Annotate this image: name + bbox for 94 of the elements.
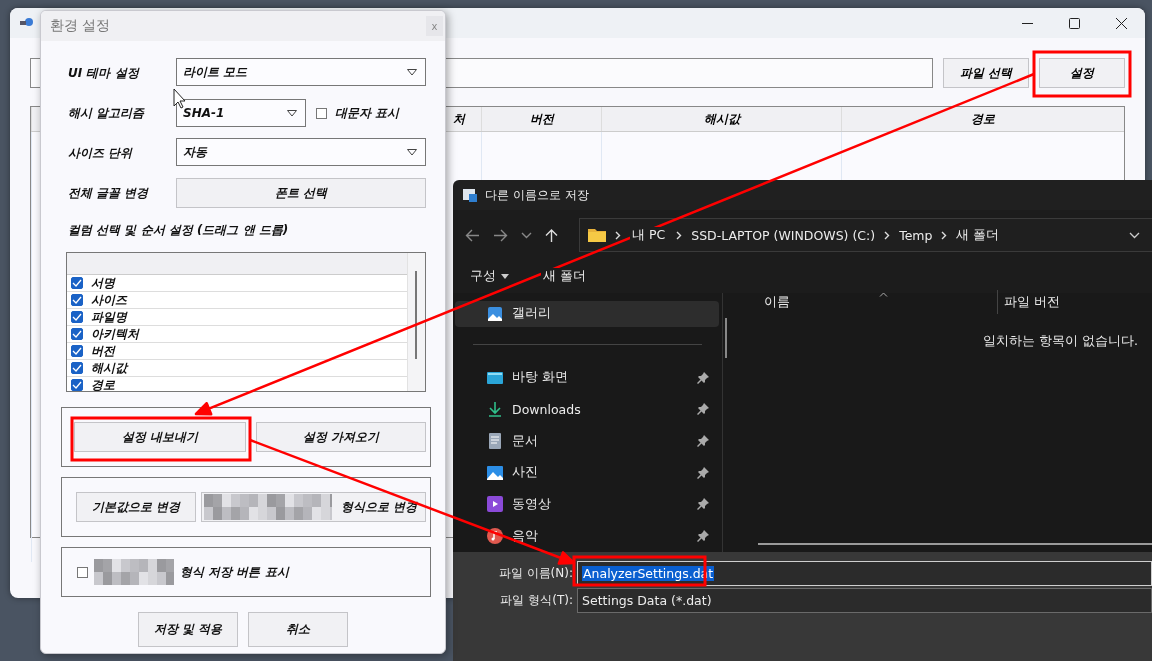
chevron-down-icon[interactable]	[1129, 231, 1140, 239]
dropdown[interactable]: 라이트 모드	[176, 58, 426, 86]
nav-item[interactable]: Downloads	[455, 396, 719, 423]
column-option[interactable]: 아키텍처	[91, 325, 139, 343]
field-label: 해시 알고리즘	[68, 104, 145, 122]
back-arrow-icon[interactable]	[465, 228, 480, 242]
folder-icon	[588, 228, 606, 242]
column-header[interactable]: 버전	[529, 110, 554, 128]
save-icon	[463, 188, 477, 202]
picture-icon	[487, 464, 503, 481]
file-type-dropdown[interactable]: Settings Data (*.dat)	[577, 588, 1152, 613]
mouse-cursor-icon	[173, 88, 186, 109]
nav-item[interactable]: 문서	[455, 428, 719, 454]
font-select-button[interactable]: 폰트 선택	[176, 178, 426, 208]
checkbox[interactable]	[71, 277, 83, 289]
column-option[interactable]: 해시값	[91, 359, 127, 377]
dropdown[interactable]: 자동	[176, 138, 426, 166]
address-bar[interactable]: 내 PC SSD-LAPTOP (WINDOWS) (C:) Temp 새 폴더	[579, 218, 1152, 252]
column-header[interactable]: 경로	[971, 110, 995, 128]
scrollbar[interactable]	[407, 253, 425, 391]
field-label: UI 테마 설정	[68, 64, 139, 82]
export-settings-button[interactable]: 설정 내보내기	[74, 422, 246, 452]
column-option[interactable]: 버전	[91, 342, 115, 360]
dropdown-arrow-icon	[407, 148, 417, 156]
cancel-button[interactable]: 취소	[248, 612, 348, 647]
checkbox[interactable]	[71, 379, 83, 391]
dialog-title: 환경 설정	[50, 17, 111, 35]
pin-icon[interactable]	[697, 435, 709, 447]
app-icon	[20, 17, 34, 29]
pin-icon[interactable]	[697, 371, 709, 384]
pin-icon[interactable]	[697, 498, 709, 511]
column-header[interactable]: 처	[453, 110, 465, 128]
dropdown-arrow-icon	[287, 109, 297, 117]
breadcrumb[interactable]: Temp	[899, 227, 933, 243]
field-label: 전체 글꼴 변경	[68, 184, 149, 202]
reset-defaults-button[interactable]: 기본값으로 변경	[76, 492, 196, 522]
up-arrow-icon[interactable]	[545, 227, 558, 243]
dropdown[interactable]: SHA-1	[176, 99, 306, 127]
field-label: 파일 형식(T):	[499, 592, 573, 609]
scrollbar[interactable]	[725, 318, 727, 358]
empty-message: 일치하는 항목이 없습니다.	[983, 333, 1138, 350]
nav-item[interactable]: 사진	[455, 459, 719, 486]
breadcrumb[interactable]: SSD-LAPTOP (WINDOWS) (C:)	[691, 227, 876, 243]
checkbox-label: 형식 저장 버튼 표시	[180, 563, 289, 581]
column-option[interactable]: 사이즈	[91, 291, 127, 309]
desktop-icon	[487, 369, 503, 386]
close-icon[interactable]	[1116, 17, 1127, 29]
import-settings-button[interactable]: 설정 가져오기	[256, 422, 426, 452]
download-icon	[487, 401, 503, 418]
checkbox[interactable]	[71, 362, 83, 374]
dropdown-arrow-icon	[501, 274, 509, 279]
select-file-button[interactable]: 파일 선택	[943, 58, 1029, 88]
video-icon	[487, 496, 503, 513]
checkbox[interactable]	[71, 294, 83, 306]
dropdown-arrow-icon	[407, 68, 417, 76]
settings-button[interactable]: 설정	[1039, 58, 1125, 88]
breadcrumb-separator-icon	[884, 230, 891, 240]
document-icon	[487, 433, 503, 449]
checkbox[interactable]	[77, 566, 88, 578]
column-option[interactable]: 경로	[91, 376, 115, 391]
nav-item[interactable]: 갤러리	[455, 301, 719, 327]
breadcrumb-separator-icon	[615, 230, 621, 240]
pin-icon[interactable]	[697, 466, 709, 479]
column-header[interactable]: 파일 버전	[997, 290, 1060, 314]
organize-menu[interactable]: 구성	[470, 268, 509, 285]
nav-item[interactable]: 바탕 화면	[455, 364, 719, 391]
field-label: 파일 이름(N):	[497, 565, 573, 582]
maximize-icon[interactable]	[1069, 17, 1080, 29]
checkbox[interactable]	[316, 107, 327, 119]
breadcrumb[interactable]: 내 PC	[630, 226, 668, 244]
column-option[interactable]: 서명	[91, 274, 115, 292]
column-option[interactable]: 파일명	[91, 308, 127, 326]
format-change-button[interactable]: 형식으로 변경	[201, 492, 426, 522]
pin-icon[interactable]	[697, 530, 709, 543]
checkbox[interactable]	[71, 328, 83, 340]
breadcrumb-separator-icon	[941, 230, 948, 240]
breadcrumb[interactable]: 새 폴더	[956, 226, 1000, 244]
gallery-icon	[487, 305, 503, 322]
breadcrumb-separator-icon	[676, 230, 683, 240]
dialog-title: 다른 이름으로 저장	[485, 186, 589, 204]
forward-arrow-icon[interactable]	[493, 228, 508, 242]
section-heading: 컬럼 선택 및 순서 설정 (드래그 앤 드롭)	[68, 222, 290, 239]
pin-icon[interactable]	[697, 403, 709, 416]
field-label: 사이즈 단위	[68, 144, 133, 162]
checkbox[interactable]	[71, 345, 83, 357]
checkbox-label: 대문자 표시	[335, 104, 400, 122]
checkbox[interactable]	[71, 311, 83, 323]
nav-item[interactable]: 동영상	[455, 491, 719, 518]
column-header[interactable]: 해시값	[703, 110, 740, 128]
chevron-down-icon[interactable]	[521, 231, 532, 239]
sort-caret-icon	[879, 291, 888, 297]
save-apply-button[interactable]: 저장 및 적용	[138, 612, 238, 647]
scrollbar[interactable]	[758, 543, 1152, 545]
column-header[interactable]: 이름	[764, 293, 790, 309]
